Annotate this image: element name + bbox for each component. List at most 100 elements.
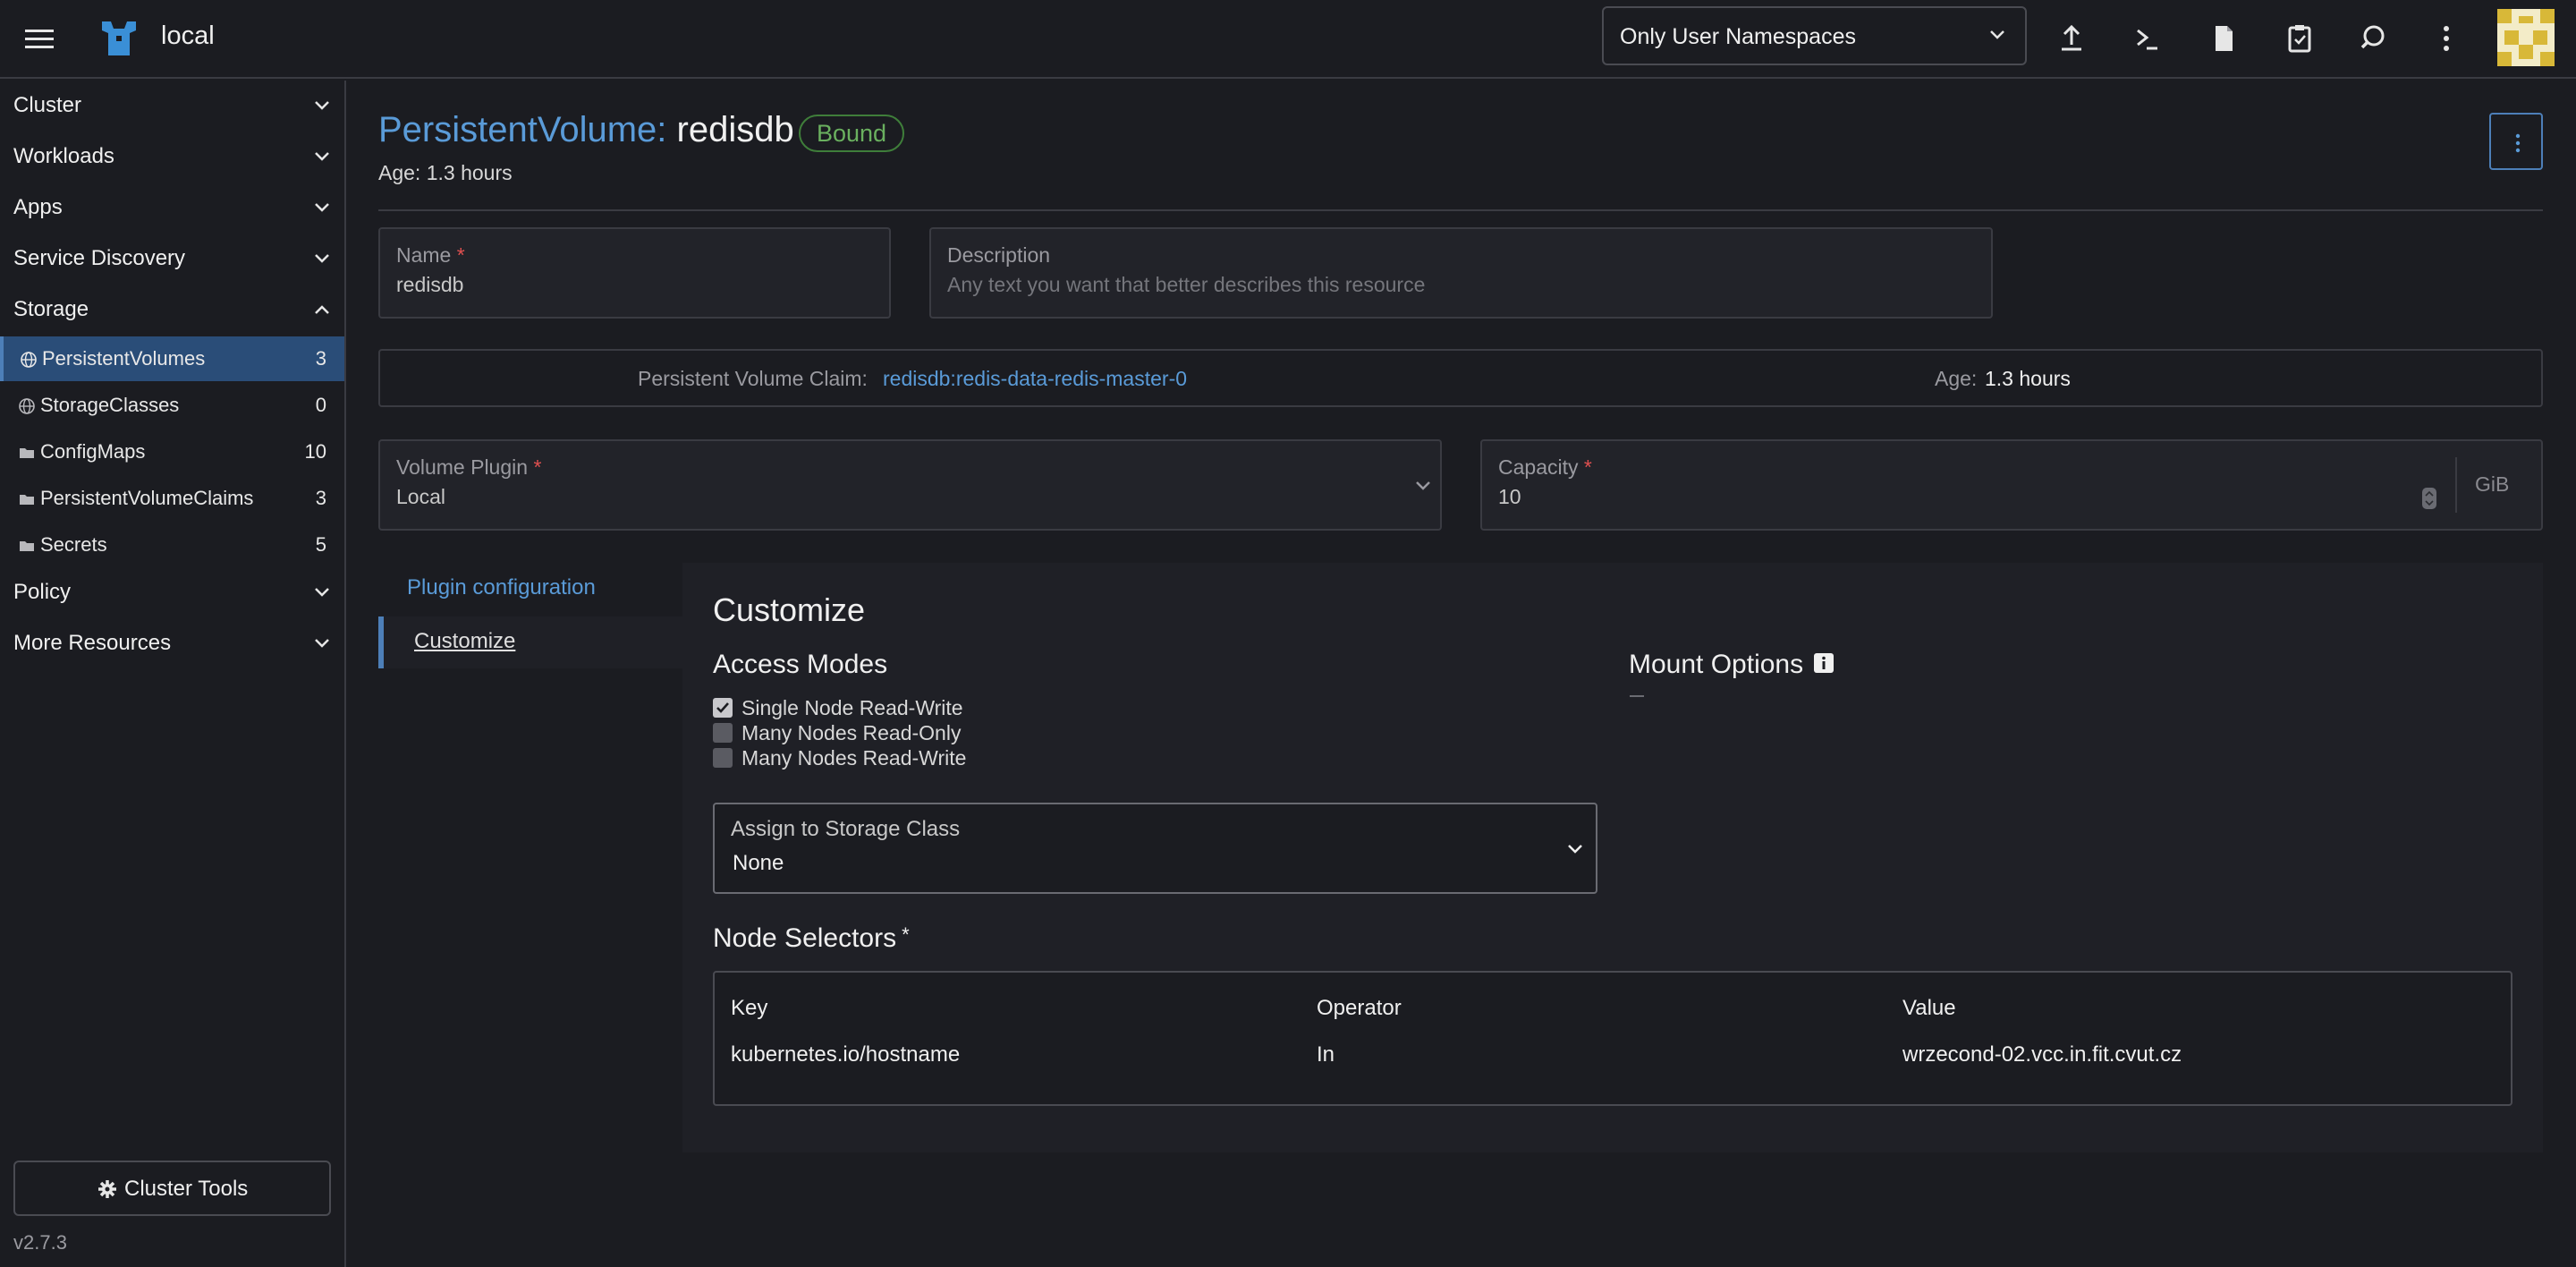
description-field[interactable]: Description Any text you want that bette…	[929, 227, 1993, 319]
customize-heading: Customize	[713, 591, 866, 628]
sidebar-item-count: 0	[315, 394, 326, 416]
name-field-label: Name *	[396, 243, 465, 267]
nav-group-label: Storage	[13, 297, 89, 321]
sidebar-item-persistentvolumes[interactable]: PersistentVolumes 3	[0, 336, 344, 381]
sidebar-item-label: StorageClasses	[40, 394, 180, 416]
chevron-up-icon	[314, 304, 330, 315]
folder-icon	[18, 537, 36, 555]
checkbox-unchecked[interactable]	[713, 748, 733, 768]
tab-label: Customize	[414, 629, 516, 653]
table-cell-value: wrzecond-02.vcc.in.fit.cvut.cz	[1902, 1042, 2182, 1067]
checkbox-label: Single Node Read-Write	[741, 696, 963, 719]
name-field[interactable]: Name * redisdb	[378, 227, 891, 319]
more-vertical-icon[interactable]	[2428, 20, 2465, 57]
table-header-operator: Operator	[1317, 996, 1402, 1020]
namespace-filter-value: Only User Namespaces	[1620, 24, 1856, 49]
tab-plugin-configuration[interactable]: Plugin configuration	[378, 563, 682, 615]
sidebar-item-secrets[interactable]: Secrets 5	[0, 523, 344, 567]
pvc-link[interactable]: redisdb:redis-data-redis-master-0	[883, 367, 1187, 391]
nav-group-label: More Resources	[13, 631, 172, 655]
table-cell-operator: In	[1317, 1042, 1335, 1067]
title-divider	[378, 209, 2543, 211]
terminal-icon[interactable]	[2129, 20, 2166, 57]
access-modes-heading: Access Modes	[713, 650, 888, 679]
chevron-down-icon	[1415, 480, 1431, 491]
storage-class-select[interactable]: Assign to Storage Class None	[713, 803, 1597, 894]
nav-group-label: Workloads	[13, 144, 114, 168]
nav-group-label: Cluster	[13, 93, 82, 117]
tab-customize[interactable]: Customize	[378, 616, 682, 668]
cluster-tools-label: Cluster Tools	[124, 1177, 249, 1201]
name-field-value: redisdb	[396, 273, 464, 296]
menu-icon[interactable]	[23, 23, 55, 55]
sidebar-item-count: 10	[304, 440, 326, 463]
search-icon[interactable]	[2357, 20, 2394, 57]
storage-class-label: Assign to Storage Class	[731, 817, 961, 841]
capacity-unit-divider	[2455, 457, 2457, 513]
nav-group-policy[interactable]: Policy	[0, 567, 344, 617]
status-badge: Bound	[799, 115, 905, 152]
cluster-name[interactable]: local	[161, 21, 215, 51]
tab-label: Plugin configuration	[407, 575, 596, 599]
pvc-label: Persistent Volume Claim:	[638, 367, 868, 390]
sidebar-item-count: 3	[315, 347, 326, 370]
chevron-down-icon	[314, 100, 330, 111]
nav-group-cluster[interactable]: Cluster	[0, 81, 344, 131]
globe-icon	[20, 351, 38, 369]
volume-plugin-value: Local	[396, 485, 445, 508]
chevron-down-icon	[314, 253, 330, 264]
capacity-unit: GiB	[2475, 472, 2510, 496]
resource-info-bar: Persistent Volume Claim: redisdb:redis-d…	[378, 349, 2543, 407]
checkbox-label: Many Nodes Read-Write	[741, 746, 967, 770]
checkbox-checked[interactable]	[713, 698, 733, 718]
volume-plugin-select[interactable]: Volume Plugin * Local	[378, 439, 1442, 531]
age-value: 1.3 hours	[1985, 367, 2071, 390]
storage-class-value: None	[733, 851, 784, 875]
chevron-down-icon	[314, 587, 330, 598]
age-label: Age:	[1935, 367, 1978, 390]
chevron-down-icon	[1567, 844, 1583, 855]
sidebar-item-label: Secrets	[40, 533, 107, 556]
description-field-placeholder: Any text you want that better describes …	[947, 273, 1426, 296]
sidebar-item-label: ConfigMaps	[40, 440, 146, 463]
table-header-key: Key	[731, 996, 768, 1020]
gear-icon	[97, 1179, 117, 1199]
sidebar-item-configmaps[interactable]: ConfigMaps 10	[0, 429, 344, 474]
namespace-filter-select[interactable]: Only User Namespaces	[1602, 6, 2027, 65]
resource-kind[interactable]: PersistentVolume:	[378, 110, 666, 149]
cluster-tools-button[interactable]: Cluster Tools	[13, 1161, 331, 1216]
node-selectors-table: Key Operator Value kubernetes.io/hostnam…	[713, 971, 2512, 1106]
checkbox-unchecked[interactable]	[713, 723, 733, 743]
nav-group-service-discovery[interactable]: Service Discovery	[0, 234, 344, 284]
info-icon[interactable]	[1813, 652, 1835, 674]
chevron-down-icon	[314, 202, 330, 213]
rancher-logo-icon[interactable]	[98, 18, 140, 59]
file-icon[interactable]	[2205, 20, 2242, 57]
capacity-field[interactable]: Capacity * 10 GiB	[1480, 439, 2543, 531]
chevron-down-icon	[314, 638, 330, 649]
nav-group-apps[interactable]: Apps	[0, 183, 344, 233]
nav-group-more-resources[interactable]: More Resources	[0, 618, 344, 668]
mount-options-heading: Mount Options	[1629, 650, 1804, 679]
spinner-icon[interactable]	[2421, 486, 2437, 511]
volume-plugin-label: Volume Plugin *	[396, 455, 542, 479]
nav-group-workloads[interactable]: Workloads	[0, 132, 344, 182]
side-navigation: Cluster Workloads Apps Service Discovery…	[0, 81, 346, 1267]
upload-icon[interactable]	[2053, 20, 2090, 57]
checkbox-label: Many Nodes Read-Only	[741, 721, 962, 744]
nav-group-label: Policy	[13, 580, 72, 604]
folder-icon	[18, 444, 36, 462]
sidebar-item-count: 3	[315, 487, 326, 509]
resource-name: redisdb	[676, 110, 794, 149]
capacity-label: Capacity *	[1498, 455, 1592, 479]
copy-config-icon[interactable]	[2281, 20, 2318, 57]
sidebar-item-storageclasses[interactable]: StorageClasses 0	[0, 383, 344, 428]
sidebar-item-label: PersistentVolumeClaims	[40, 487, 254, 509]
folder-icon	[18, 490, 36, 508]
page-title: PersistentVolume: redisdb	[378, 110, 794, 150]
table-header-value: Value	[1902, 996, 1956, 1020]
sidebar-item-persistentvolumeclaims[interactable]: PersistentVolumeClaims 3	[0, 476, 344, 521]
actions-menu-button[interactable]	[2489, 113, 2543, 170]
nav-group-storage[interactable]: Storage	[0, 285, 344, 335]
user-avatar[interactable]	[2497, 9, 2555, 66]
